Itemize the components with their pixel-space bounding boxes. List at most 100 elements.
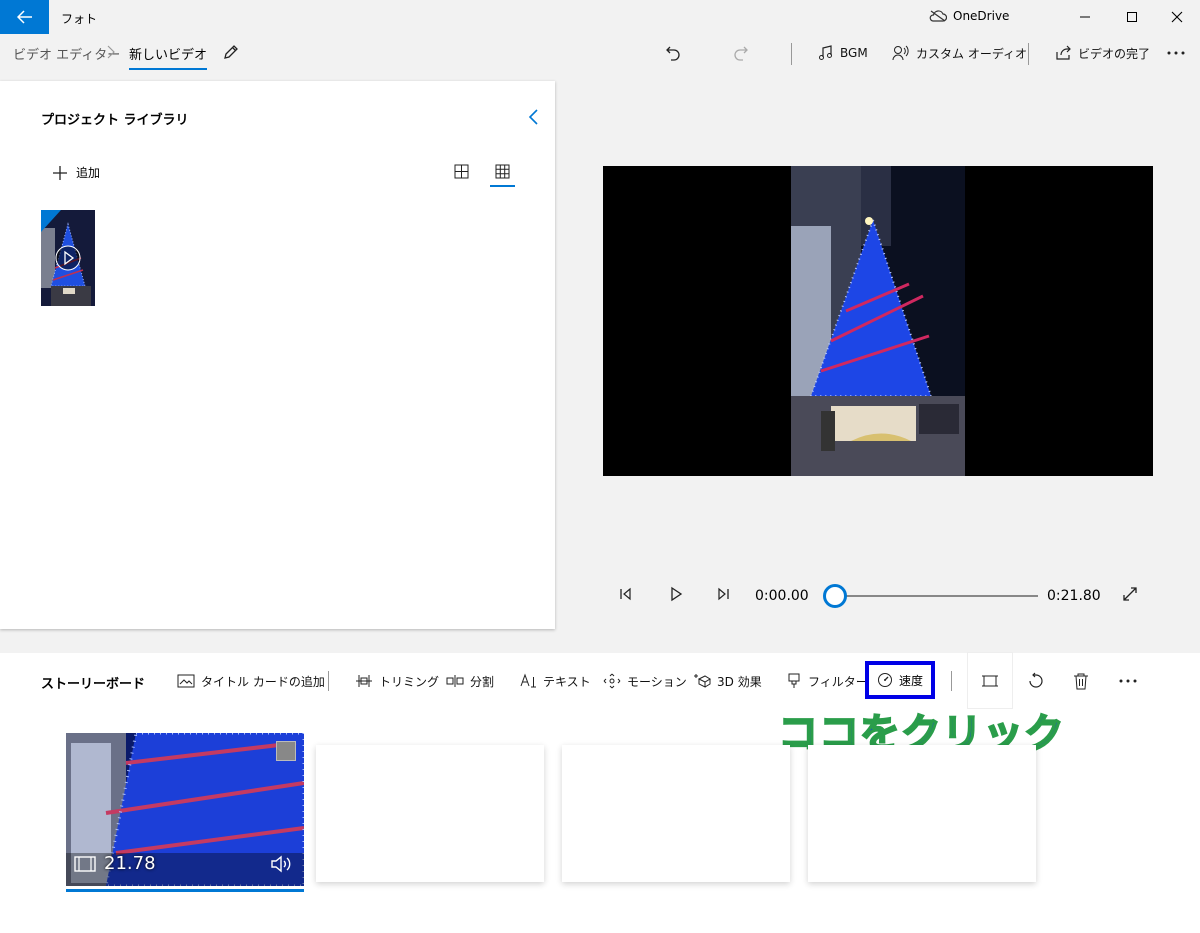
rotate-icon [1029,672,1043,688]
motion-button[interactable]: モーション [603,670,687,692]
text-button[interactable]: テキスト [519,670,591,692]
clip-select-checkbox[interactable] [276,741,296,761]
motion-label: モーション [627,674,687,689]
large-thumbnail-view-button[interactable] [454,164,469,179]
trash-icon [1074,673,1088,690]
remove-black-bars-button[interactable] [968,653,1012,708]
grid-small-icon [495,164,510,179]
filter-button[interactable]: フィルター [786,670,868,692]
maximize-icon [1127,12,1137,22]
breadcrumb-current-video[interactable]: 新しいビデオ [129,44,208,70]
onedrive-label: OneDrive [953,9,1010,23]
trim-button[interactable]: トリミング [355,670,439,692]
trim-icon [356,675,372,687]
rename-pencil-icon[interactable] [222,43,240,61]
toolbar-divider [791,43,792,65]
finish-video-button[interactable]: ビデオの完了 [1055,41,1150,65]
share-export-icon [1056,45,1071,60]
grid-large-icon [454,164,469,179]
custom-audio-label: カスタム オーディオ [916,46,1027,61]
breadcrumb-chevron-icon [106,44,116,60]
split-label: 分割 [470,674,495,689]
storyboard-divider [328,671,329,691]
empty-storyboard-slot[interactable] [562,745,790,882]
video-preview[interactable] [603,166,1153,476]
filter-brush-icon [788,673,800,688]
delete-button[interactable] [1073,670,1089,692]
christmas-tree-thumbnail [41,210,95,306]
next-frame-button[interactable] [716,586,730,602]
more-dots-icon [1167,51,1185,55]
add-media-label: 追加 [76,166,101,180]
clip-duration: 21.78 [74,853,156,874]
custom-audio-button[interactable]: カスタム オーディオ [892,41,1027,65]
collapse-library-button[interactable] [526,108,540,126]
bgm-button[interactable]: BGM [818,41,868,65]
undo-icon [666,46,680,61]
onedrive-status[interactable]: OneDrive [929,9,1009,23]
title-bar: フォト OneDrive [0,0,1200,34]
empty-storyboard-slot[interactable] [316,745,544,882]
speaker-icon [271,855,291,873]
3d-effects-label: 3D 効果 [717,674,762,689]
redo-icon [734,46,748,61]
seek-bar[interactable] [833,595,1038,597]
back-button[interactable] [0,0,49,34]
finish-video-label: ビデオの完了 [1078,46,1151,61]
empty-storyboard-slot[interactable] [808,745,1036,882]
add-title-card-label: タイトル カードの追加 [201,674,325,689]
motion-icon [603,673,621,689]
library-video-thumbnail[interactable] [41,210,95,306]
speedometer-icon [877,673,892,687]
fullscreen-button[interactable] [1122,586,1138,602]
3d-effects-button[interactable]: 3D 効果 [693,670,762,692]
sparkle-3d-icon [694,674,711,688]
maximize-button[interactable] [1109,0,1155,34]
play-icon [671,586,683,602]
storyboard-more-button[interactable] [1118,670,1138,692]
split-icon [446,675,464,687]
music-note-icon [819,45,832,60]
current-time: 0:00.00 [755,588,809,604]
undo-button[interactable] [664,41,682,65]
step-back-icon [620,587,631,601]
previous-frame-button[interactable] [619,586,633,602]
close-button[interactable] [1154,0,1200,34]
close-icon [1171,11,1183,23]
breadcrumb-video-editor[interactable]: ビデオ エディター [13,44,120,63]
add-media-button[interactable]: 追加 [52,164,100,181]
split-button[interactable]: 分割 [446,670,494,692]
more-options-button[interactable] [1166,41,1186,65]
project-library-panel: プロジェクト ライブラリ 追加 [0,81,555,629]
seek-bar-thumb[interactable] [823,584,847,608]
redo-button[interactable] [732,41,750,65]
person-audio-icon [892,45,909,61]
minimize-button[interactable] [1062,0,1108,34]
minimize-icon [1080,16,1090,18]
add-title-card-button[interactable]: タイトル カードの追加 [177,670,325,692]
play-button[interactable] [669,586,683,602]
total-time: 0:21.80 [1047,588,1101,604]
plus-icon [53,165,67,180]
cloud-offline-icon [929,10,947,22]
rotate-button[interactable] [1027,670,1045,692]
clip-volume-button[interactable] [270,854,294,874]
library-title: プロジェクト ライブラリ [41,113,189,128]
speed-label: 速度 [898,673,923,688]
storyboard-divider [951,671,952,691]
back-arrow-icon [16,10,32,24]
toolbar-divider [1028,43,1029,65]
speed-button[interactable]: 速度 [865,661,935,699]
text-icon [520,673,536,688]
storyboard-panel: ストーリーボード タイトル カードの追加 トリミング 分割 テキスト モーション… [0,653,1200,933]
clip-duration-label: 21.78 [104,853,156,874]
app-title: フォト [61,12,98,26]
small-thumbnail-view-button[interactable] [490,161,515,187]
step-forward-icon [718,587,729,601]
christmas-tree-video-frame [603,166,1153,476]
storyboard-clip[interactable]: 21.78 [66,733,304,886]
expand-icon [1123,587,1137,601]
filter-label: フィルター [808,674,868,689]
trim-label: トリミング [379,674,440,689]
crop-frame-icon [982,675,998,686]
